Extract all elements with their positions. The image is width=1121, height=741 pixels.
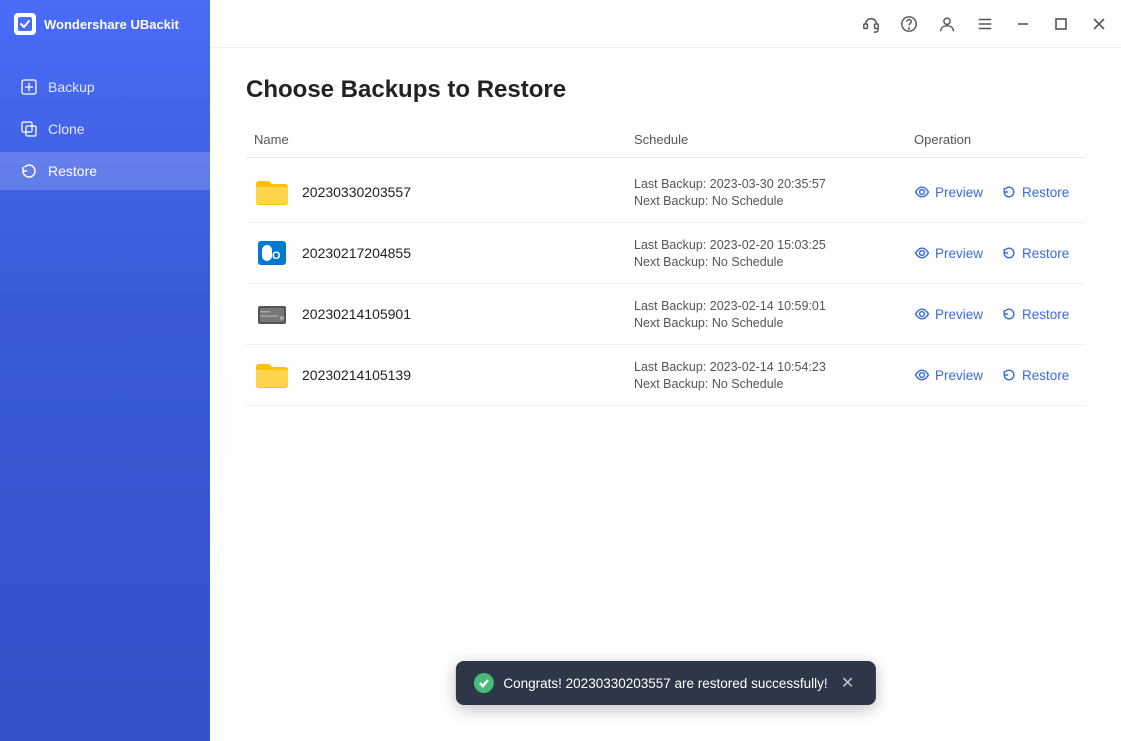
restore-icon bbox=[20, 162, 38, 180]
ops-cell-1: Preview Restore bbox=[914, 184, 1077, 200]
backup-name-cell: 20230214105901 bbox=[254, 296, 634, 332]
backup-name-4: 20230214105139 bbox=[302, 367, 411, 383]
last-backup-1: Last Backup: 2023-03-30 20:35:57 bbox=[634, 177, 914, 191]
clone-icon bbox=[20, 120, 38, 138]
ops-cell-3: Preview Restore bbox=[914, 306, 1077, 322]
page-content: Choose Backups to Restore Name Schedule … bbox=[210, 48, 1121, 741]
folder-yellow-icon bbox=[254, 174, 290, 210]
schedule-cell-3: Last Backup: 2023-02-14 10:59:01 Next Ba… bbox=[634, 299, 914, 330]
sidebar-item-clone-label: Clone bbox=[48, 121, 85, 137]
last-backup-2: Last Backup: 2023-02-20 15:03:25 bbox=[634, 238, 914, 252]
sidebar-item-backup-label: Backup bbox=[48, 79, 95, 95]
app-title: Wondershare UBackit bbox=[44, 17, 179, 32]
toast-notification: Congrats! 20230330203557 are restored su… bbox=[455, 661, 875, 705]
schedule-cell-4: Last Backup: 2023-02-14 10:54:23 Next Ba… bbox=[634, 360, 914, 391]
drive-icon bbox=[254, 296, 290, 332]
restore-button-1[interactable]: Restore bbox=[1001, 184, 1069, 200]
minimize-icon[interactable] bbox=[1011, 12, 1035, 36]
table-header: Name Schedule Operation bbox=[246, 132, 1085, 158]
backup-name-1: 20230330203557 bbox=[302, 184, 411, 200]
col-header-name: Name bbox=[254, 132, 634, 147]
close-icon[interactable] bbox=[1087, 12, 1111, 36]
next-backup-2: Next Backup: No Schedule bbox=[634, 255, 914, 269]
sidebar: Wondershare UBackit Backup Clone bbox=[0, 0, 210, 741]
app-header: Wondershare UBackit bbox=[0, 0, 210, 48]
table-row: 20230214105901 Last Backup: 2023-02-14 1… bbox=[246, 284, 1085, 345]
sidebar-navigation: Backup Clone Restore bbox=[0, 68, 210, 190]
preview-button-4[interactable]: Preview bbox=[914, 367, 983, 383]
toast-close-button[interactable]: ✕ bbox=[838, 673, 858, 693]
schedule-cell-1: Last Backup: 2023-03-30 20:35:57 Next Ba… bbox=[634, 177, 914, 208]
table-row: O 20230217204855 Last Backup: 2023-02-20… bbox=[246, 223, 1085, 284]
toast-message: Congrats! 20230330203557 are restored su… bbox=[503, 676, 827, 691]
table-row: 20230214105139 Last Backup: 2023-02-14 1… bbox=[246, 345, 1085, 406]
titlebar bbox=[210, 0, 1121, 48]
backup-name-cell: 20230330203557 bbox=[254, 174, 634, 210]
restore-button-2[interactable]: Restore bbox=[1001, 245, 1069, 261]
sidebar-item-restore-label: Restore bbox=[48, 163, 97, 179]
backup-name-2: 20230217204855 bbox=[302, 245, 411, 261]
maximize-icon[interactable] bbox=[1049, 12, 1073, 36]
restore-button-3[interactable]: Restore bbox=[1001, 306, 1069, 322]
backup-name-cell: 20230214105139 bbox=[254, 357, 634, 393]
ops-cell-2: Preview Restore bbox=[914, 245, 1077, 261]
sidebar-item-clone[interactable]: Clone bbox=[0, 110, 210, 148]
backup-name-3: 20230214105901 bbox=[302, 306, 411, 322]
preview-button-2[interactable]: Preview bbox=[914, 245, 983, 261]
toast-success-icon bbox=[473, 673, 493, 693]
account-icon[interactable] bbox=[935, 12, 959, 36]
last-backup-3: Last Backup: 2023-02-14 10:59:01 bbox=[634, 299, 914, 313]
preview-button-1[interactable]: Preview bbox=[914, 184, 983, 200]
col-header-schedule: Schedule bbox=[634, 132, 914, 147]
outlook-icon: O bbox=[254, 235, 290, 271]
restore-button-4[interactable]: Restore bbox=[1001, 367, 1069, 383]
sidebar-item-restore[interactable]: Restore bbox=[0, 152, 210, 190]
sidebar-item-backup[interactable]: Backup bbox=[0, 68, 210, 106]
page-title: Choose Backups to Restore bbox=[246, 76, 1085, 104]
main-content: Choose Backups to Restore Name Schedule … bbox=[210, 0, 1121, 741]
next-backup-1: Next Backup: No Schedule bbox=[634, 194, 914, 208]
preview-button-3[interactable]: Preview bbox=[914, 306, 983, 322]
ops-cell-4: Preview Restore bbox=[914, 367, 1077, 383]
backup-icon bbox=[20, 78, 38, 96]
help-icon[interactable] bbox=[897, 12, 921, 36]
menu-icon[interactable] bbox=[973, 12, 997, 36]
col-header-operation: Operation bbox=[914, 132, 1077, 147]
next-backup-3: Next Backup: No Schedule bbox=[634, 316, 914, 330]
app-logo bbox=[14, 13, 36, 35]
toast-content: Congrats! 20230330203557 are restored su… bbox=[473, 673, 827, 693]
table-row: 20230330203557 Last Backup: 2023-03-30 2… bbox=[246, 162, 1085, 223]
schedule-cell-2: Last Backup: 2023-02-20 15:03:25 Next Ba… bbox=[634, 238, 914, 269]
next-backup-4: Next Backup: No Schedule bbox=[634, 377, 914, 391]
folder-yellow-icon-2 bbox=[254, 357, 290, 393]
last-backup-4: Last Backup: 2023-02-14 10:54:23 bbox=[634, 360, 914, 374]
headset-icon[interactable] bbox=[859, 12, 883, 36]
backup-name-cell: O 20230217204855 bbox=[254, 235, 634, 271]
svg-text:O: O bbox=[272, 250, 281, 262]
